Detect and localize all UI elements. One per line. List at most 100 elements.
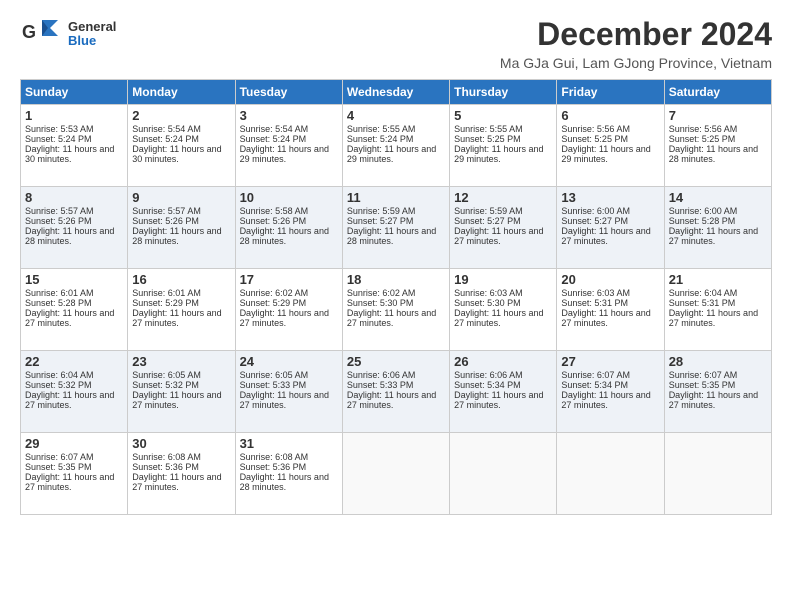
table-row: 13Sunrise: 6:00 AMSunset: 5:27 PMDayligh… [557,187,664,269]
table-row [557,433,664,515]
sunrise-time: Sunrise: 6:08 AM [240,452,338,462]
sunset-time: Sunset: 5:25 PM [669,134,767,144]
day-number: 24 [240,354,338,369]
sunrise-time: Sunrise: 6:07 AM [669,370,767,380]
calendar-page: G General Blue December 2024 Ma GJa Gui,… [0,0,792,612]
sunset-time: Sunset: 5:36 PM [240,462,338,472]
daylight-hours: Daylight: 11 hours and 27 minutes. [25,472,123,492]
header-wednesday: Wednesday [342,80,449,105]
table-row [450,433,557,515]
sunset-time: Sunset: 5:24 PM [240,134,338,144]
table-row: 6Sunrise: 5:56 AMSunset: 5:25 PMDaylight… [557,105,664,187]
table-row: 4Sunrise: 5:55 AMSunset: 5:24 PMDaylight… [342,105,449,187]
sunrise-time: Sunrise: 5:58 AM [240,206,338,216]
table-row: 29Sunrise: 6:07 AMSunset: 5:35 PMDayligh… [21,433,128,515]
sunrise-time: Sunrise: 6:06 AM [347,370,445,380]
table-row: 27Sunrise: 6:07 AMSunset: 5:34 PMDayligh… [557,351,664,433]
logo-text: General Blue [68,20,116,49]
table-row: 10Sunrise: 5:58 AMSunset: 5:26 PMDayligh… [235,187,342,269]
daylight-hours: Daylight: 11 hours and 30 minutes. [25,144,123,164]
logo-icon: G [20,16,64,52]
daylight-hours: Daylight: 11 hours and 27 minutes. [25,390,123,410]
header-saturday: Saturday [664,80,771,105]
daylight-hours: Daylight: 11 hours and 30 minutes. [132,144,230,164]
daylight-hours: Daylight: 11 hours and 27 minutes. [454,308,552,328]
table-row: 5Sunrise: 5:55 AMSunset: 5:25 PMDaylight… [450,105,557,187]
table-row: 20Sunrise: 6:03 AMSunset: 5:31 PMDayligh… [557,269,664,351]
sunrise-time: Sunrise: 6:05 AM [132,370,230,380]
sunrise-time: Sunrise: 6:03 AM [561,288,659,298]
daylight-hours: Daylight: 11 hours and 27 minutes. [561,390,659,410]
table-row: 30Sunrise: 6:08 AMSunset: 5:36 PMDayligh… [128,433,235,515]
daylight-hours: Daylight: 11 hours and 28 minutes. [25,226,123,246]
sunset-time: Sunset: 5:30 PM [347,298,445,308]
sunset-time: Sunset: 5:29 PM [132,298,230,308]
subtitle: Ma GJa Gui, Lam GJong Province, Vietnam [500,55,772,71]
daylight-hours: Daylight: 11 hours and 29 minutes. [454,144,552,164]
daylight-hours: Daylight: 11 hours and 28 minutes. [240,472,338,492]
daylight-hours: Daylight: 11 hours and 29 minutes. [347,144,445,164]
sunrise-time: Sunrise: 6:03 AM [454,288,552,298]
sunrise-time: Sunrise: 5:55 AM [454,124,552,134]
sunrise-time: Sunrise: 6:02 AM [347,288,445,298]
logo-general: General [68,20,116,34]
daylight-hours: Daylight: 11 hours and 27 minutes. [669,226,767,246]
sunset-time: Sunset: 5:27 PM [454,216,552,226]
sunrise-time: Sunrise: 5:59 AM [347,206,445,216]
daylight-hours: Daylight: 11 hours and 27 minutes. [25,308,123,328]
table-row: 25Sunrise: 6:06 AMSunset: 5:33 PMDayligh… [342,351,449,433]
daylight-hours: Daylight: 11 hours and 27 minutes. [240,308,338,328]
calendar-week-row: 1Sunrise: 5:53 AMSunset: 5:24 PMDaylight… [21,105,772,187]
daylight-hours: Daylight: 11 hours and 27 minutes. [561,308,659,328]
sunset-time: Sunset: 5:24 PM [347,134,445,144]
sunset-time: Sunset: 5:31 PM [561,298,659,308]
sunrise-time: Sunrise: 5:56 AM [561,124,659,134]
sunset-time: Sunset: 5:25 PM [561,134,659,144]
sunrise-time: Sunrise: 6:04 AM [25,370,123,380]
logo-blue: Blue [68,34,116,48]
sunrise-time: Sunrise: 5:57 AM [25,206,123,216]
sunset-time: Sunset: 5:32 PM [132,380,230,390]
day-number: 1 [25,108,123,123]
daylight-hours: Daylight: 11 hours and 28 minutes. [240,226,338,246]
daylight-hours: Daylight: 11 hours and 29 minutes. [561,144,659,164]
table-row: 24Sunrise: 6:05 AMSunset: 5:33 PMDayligh… [235,351,342,433]
sunrise-time: Sunrise: 6:00 AM [561,206,659,216]
day-number: 12 [454,190,552,205]
table-row: 9Sunrise: 5:57 AMSunset: 5:26 PMDaylight… [128,187,235,269]
sunset-time: Sunset: 5:35 PM [669,380,767,390]
sunset-time: Sunset: 5:29 PM [240,298,338,308]
table-row: 22Sunrise: 6:04 AMSunset: 5:32 PMDayligh… [21,351,128,433]
calendar-week-row: 8Sunrise: 5:57 AMSunset: 5:26 PMDaylight… [21,187,772,269]
sunset-time: Sunset: 5:34 PM [561,380,659,390]
day-number: 13 [561,190,659,205]
header-tuesday: Tuesday [235,80,342,105]
sunset-time: Sunset: 5:30 PM [454,298,552,308]
table-row: 23Sunrise: 6:05 AMSunset: 5:32 PMDayligh… [128,351,235,433]
sunrise-time: Sunrise: 6:04 AM [669,288,767,298]
table-row: 31Sunrise: 6:08 AMSunset: 5:36 PMDayligh… [235,433,342,515]
sunrise-time: Sunrise: 6:01 AM [25,288,123,298]
sunset-time: Sunset: 5:26 PM [25,216,123,226]
day-number: 2 [132,108,230,123]
day-number: 16 [132,272,230,287]
day-number: 7 [669,108,767,123]
sunset-time: Sunset: 5:35 PM [25,462,123,472]
sunrise-time: Sunrise: 5:56 AM [669,124,767,134]
sunset-time: Sunset: 5:26 PM [132,216,230,226]
sunrise-time: Sunrise: 5:54 AM [132,124,230,134]
table-row: 28Sunrise: 6:07 AMSunset: 5:35 PMDayligh… [664,351,771,433]
day-number: 29 [25,436,123,451]
sunrise-time: Sunrise: 6:02 AM [240,288,338,298]
daylight-hours: Daylight: 11 hours and 28 minutes. [669,144,767,164]
day-number: 5 [454,108,552,123]
day-number: 31 [240,436,338,451]
weekday-header-row: Sunday Monday Tuesday Wednesday Thursday… [21,80,772,105]
daylight-hours: Daylight: 11 hours and 29 minutes. [240,144,338,164]
sunset-time: Sunset: 5:27 PM [561,216,659,226]
daylight-hours: Daylight: 11 hours and 27 minutes. [347,390,445,410]
calendar-week-row: 22Sunrise: 6:04 AMSunset: 5:32 PMDayligh… [21,351,772,433]
table-row: 18Sunrise: 6:02 AMSunset: 5:30 PMDayligh… [342,269,449,351]
day-number: 17 [240,272,338,287]
sunset-time: Sunset: 5:34 PM [454,380,552,390]
